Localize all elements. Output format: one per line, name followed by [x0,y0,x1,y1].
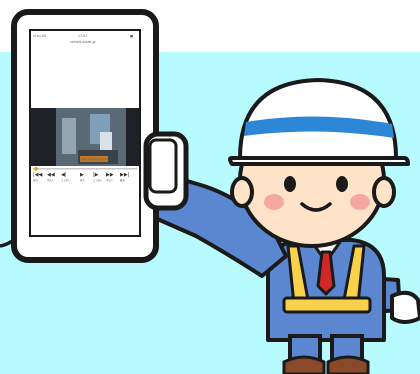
control-fast-forward[interactable]: ▶▶ [106,172,114,178]
right-cheek [350,194,370,210]
left-glove [143,131,189,211]
status-battery: ■ [130,34,133,38]
control-play[interactable]: ▶ [80,172,84,178]
left-ear [230,176,254,208]
control-first[interactable]: |◀◀ [33,172,43,178]
video-object [100,132,112,150]
illustration-svg: ıll au 4G 17:57 ■ vehicle-assist.jp 2017… [0,0,420,374]
right-shoe [326,355,370,374]
smartphone-icon: ıll au 4G 17:57 ■ vehicle-assist.jp 2017… [11,9,159,263]
progress-thumb[interactable] [34,167,38,171]
video-frame[interactable]: 2017/03/03 01:01 [31,108,139,166]
helmet-brim [228,156,410,166]
right-glove [390,290,420,324]
video-window-left [62,118,76,154]
right-ear [372,176,396,208]
control-label-fast-forward: 早送り [106,178,113,182]
control-label-first: 前回 [33,178,38,182]
status-time: 17:57 [78,34,87,38]
control-latest[interactable]: ▶▶| [120,172,130,178]
control-rewind[interactable]: ◀◀ [47,172,55,178]
url-bar[interactable]: vehicle-assist.jp [70,40,96,44]
control-label-rewind: 早戻し [47,178,55,182]
guard-with-phone-scene: ıll au 4G 17:57 ■ vehicle-assist.jp 2017… [0,0,420,374]
video-timestamp: 2017/03/03 01:01 [81,158,110,162]
progress-track[interactable] [33,168,137,170]
control-step-forward[interactable]: |▶ [93,172,99,178]
left-eye [284,176,296,192]
right-eye [336,176,348,192]
control-label-play: 再生 [80,178,85,182]
status-signal: ıll au 4G [33,34,47,38]
control-label-step-forward: コマ送り [93,178,103,182]
glove-fingers [148,138,178,194]
control-label-step-back: コマ戻し [61,178,71,182]
left-cheek [264,194,284,210]
left-shoe [282,355,326,374]
vest-belt [282,296,372,314]
control-label-latest: 最新 [120,178,125,182]
control-step-back[interactable]: ◀| [61,172,67,178]
red-tie [316,250,336,296]
